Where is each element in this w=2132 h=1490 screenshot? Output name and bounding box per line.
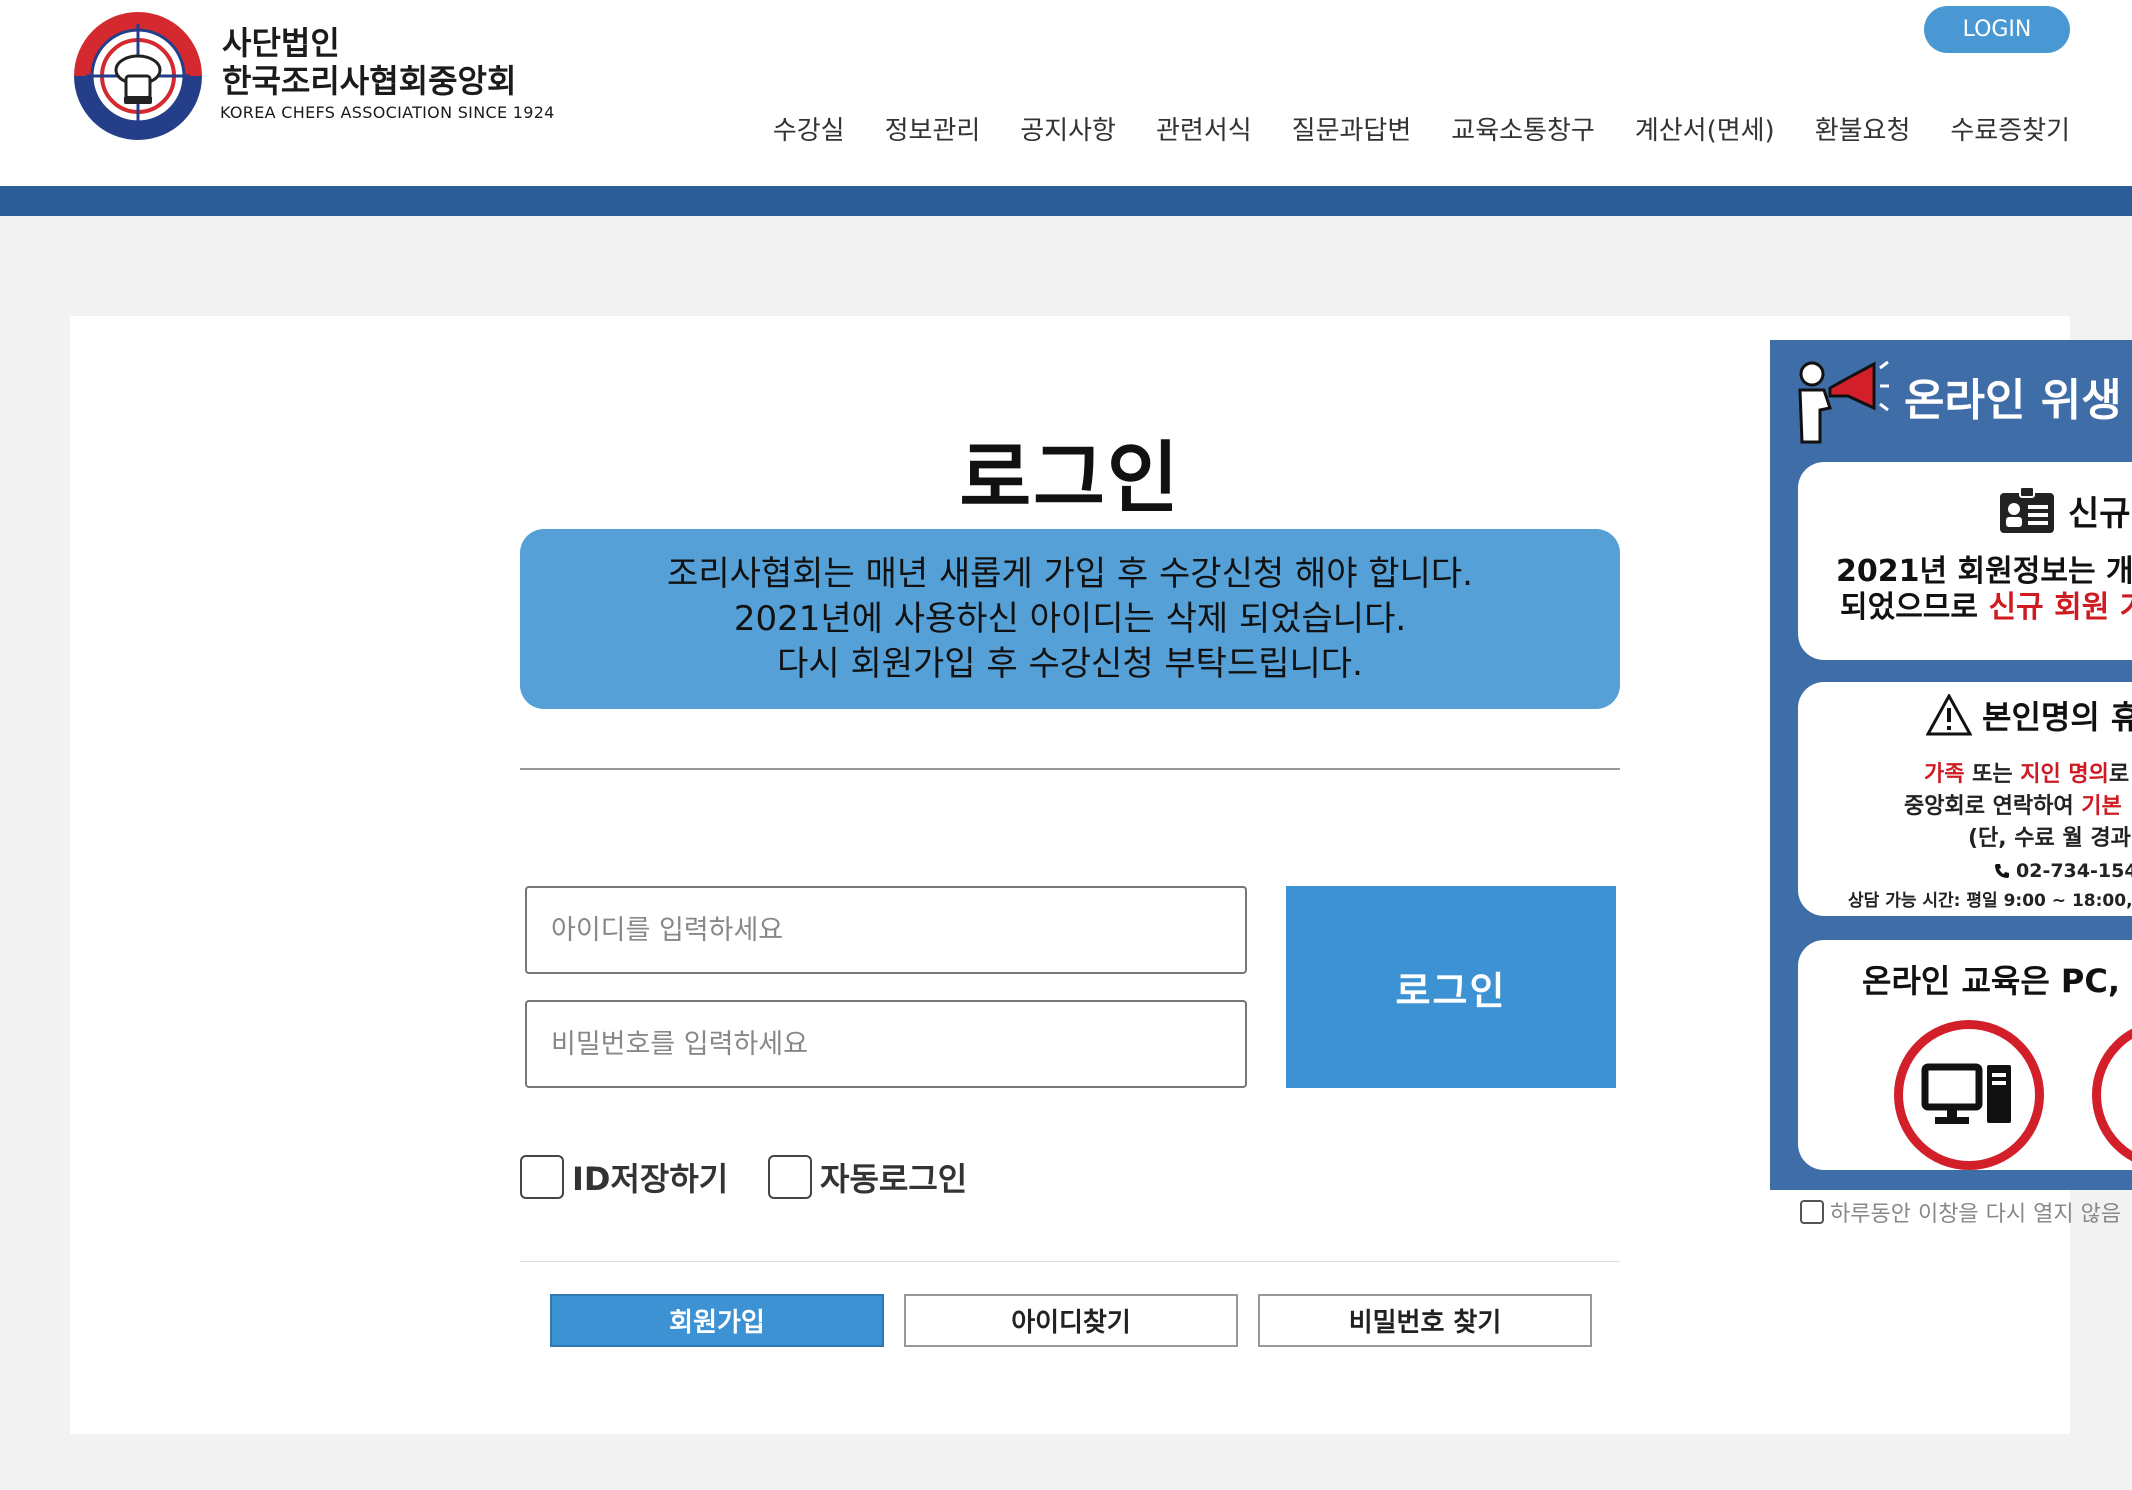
brand-subtitle: KOREA CHEFS ASSOCIATION SINCE 1924 (220, 103, 555, 122)
save-id-label[interactable]: ID저장하기 (572, 1154, 728, 1200)
notice-line-2: 2021년에 사용하신 아이디는 삭제 되었습니다. (733, 598, 1407, 639)
notice-line-3: 다시 회원가입 후 수강신청 부탁드립니다. (777, 643, 1363, 684)
popup-title: 온라인 위생 (1904, 375, 2122, 426)
divider (520, 768, 1620, 770)
card2-line-1-or: 또는 (1964, 762, 2021, 787)
card1-line-2-highlight: 신규 회원 가 (1988, 590, 2132, 625)
find-id-button[interactable]: 아이디찾기 (904, 1294, 1238, 1347)
id-card-icon (2000, 486, 2054, 533)
megaphone-person-icon (1798, 360, 1889, 444)
card2-hours: 상담 가능 시간: 평일 9:00 ~ 18:00, (1848, 891, 2132, 911)
login-submit-button[interactable]: 로그인 (1286, 886, 1616, 1088)
nav-item-invoice[interactable]: 계산서(면세) (1635, 110, 1775, 147)
site-header: 사단법인 한국조리사협회중앙회 KOREA CHEFS ASSOCIATION … (0, 0, 2132, 186)
popup-card-identity: 본인명의 휴 가족 또는 지인 명의로 중앙회로 연락하여 기본 (단, 수료 … (1798, 682, 2132, 916)
header-band (0, 186, 2132, 216)
nav-item-notices[interactable]: 공지사항 (1020, 110, 1116, 147)
card2-header: 본인명의 휴 (1926, 692, 2132, 738)
warning-triangle-icon (1926, 694, 1972, 736)
save-id-option[interactable]: ID저장하기 (520, 1154, 728, 1200)
main-nav: 수강실 정보관리 공지사항 관련서식 질문과답변 교육소통창구 계산서(면세) … (773, 110, 2070, 147)
notice-popup[interactable]: 온라인 위생 신규 2021년 회원정보는 개인 되었으므로 신규 회원 가 본… (1770, 340, 2132, 1190)
card2-line-2: 중앙회로 연락하여 기본 (1904, 788, 2122, 820)
card2-line-2-highlight: 기본 (2081, 794, 2122, 819)
kca-logo-icon[interactable] (72, 10, 204, 142)
notice-line-1: 조리사협회는 매년 새롭게 가입 후 수강신청 해야 합니다. (667, 553, 1473, 594)
auto-login-option[interactable]: 자동로그인 (768, 1154, 967, 1200)
popup-dismiss-option[interactable]: 하루동안 이창을 다시 열지 않음 (1800, 1196, 2121, 1228)
card2-line-3: (단, 수료 월 경과 (1968, 826, 2131, 851)
card2-line-1-acquaintance: 지인 명의 (2020, 762, 2109, 787)
save-id-checkbox[interactable] (520, 1155, 564, 1199)
nav-item-qna[interactable]: 질문과답변 (1292, 110, 1412, 147)
card2-phone-row: 02-734-1545 (1994, 860, 2132, 882)
brand-name-line2: 한국조리사협회중앙회 (222, 62, 517, 100)
divider (520, 1261, 1620, 1262)
popup-dismiss-checkbox[interactable] (1800, 1200, 1824, 1224)
card2-line-1: 가족 또는 지인 명의로 (1924, 756, 2129, 788)
card1-line-2-text: 되었으므로 (1840, 590, 1989, 625)
password-input[interactable] (525, 1000, 1247, 1088)
nav-item-refund[interactable]: 환불요청 (1815, 110, 1911, 147)
popup-dismiss-label[interactable]: 하루동안 이창을 다시 열지 않음 (1830, 1196, 2121, 1228)
card1-line-2: 되었으므로 신규 회원 가 (1840, 582, 2132, 626)
header-login-button[interactable]: LOGIN (1924, 6, 2070, 53)
popup-header: 온라인 위생 (1790, 348, 2122, 444)
auto-login-checkbox[interactable] (768, 1155, 812, 1199)
phone-icon (1995, 864, 2009, 878)
card2-line-1-family: 가족 (1924, 762, 1965, 787)
card1-title: 신규 (2068, 494, 2131, 534)
desktop-computer-icon (1894, 1020, 2044, 1170)
user-id-input[interactable] (525, 886, 1247, 974)
nav-item-education-channel[interactable]: 교육소통창구 (1451, 110, 1595, 147)
card3-title: 온라인 교육은 PC, 태 (1862, 962, 2132, 1000)
card1-header: 신규 (1998, 486, 2131, 535)
nav-item-forms[interactable]: 관련서식 (1156, 110, 1252, 147)
nav-item-classroom[interactable]: 수강실 (773, 110, 845, 147)
card2-title: 본인명의 휴 (1982, 698, 2132, 736)
mobile-device-icon (2092, 1020, 2132, 1170)
find-password-button[interactable]: 비밀번호 찾기 (1258, 1294, 1592, 1347)
popup-card-devices: 온라인 교육은 PC, 태 (1798, 940, 2132, 1170)
notice-banner: 조리사협회는 매년 새롭게 가입 후 수강신청 해야 합니다. 2021년에 사… (520, 529, 1620, 709)
card2-phone: 02-734-1545 (2016, 860, 2132, 882)
auto-login-label[interactable]: 자동로그인 (820, 1154, 967, 1200)
card2-line-1-suffix: 로 (2108, 762, 2130, 787)
card2-line-2-text: 중앙회로 연락하여 (1904, 794, 2082, 819)
nav-item-info-management[interactable]: 정보관리 (885, 110, 981, 147)
popup-card-new-member: 신규 2021년 회원정보는 개인 되었으므로 신규 회원 가 (1798, 462, 2132, 660)
nav-item-certificate[interactable]: 수료증찾기 (1950, 110, 2070, 147)
signup-button[interactable]: 회원가입 (550, 1294, 884, 1347)
